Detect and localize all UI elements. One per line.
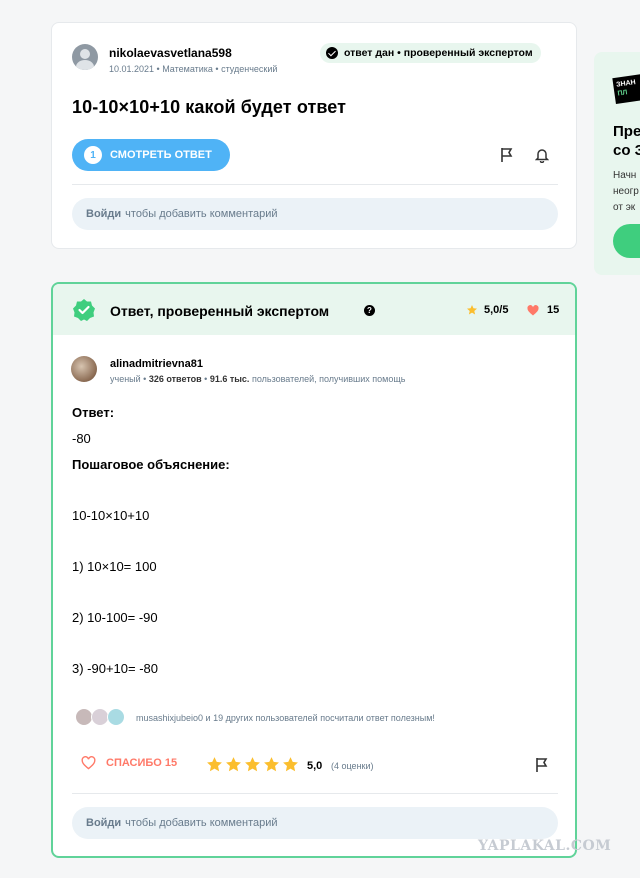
promo-button[interactable]	[613, 224, 640, 258]
thanks-button[interactable]: СПАСИБО 15	[81, 756, 177, 770]
likes-summary: 15	[527, 304, 559, 316]
divider	[72, 793, 558, 794]
answer-author-name[interactable]: alinadmitrievna81	[110, 358, 203, 370]
add-comment-hint: чтобы добавить комментарий	[125, 208, 278, 220]
verified-check-icon	[326, 47, 338, 59]
explanation-label: Пошаговое объяснение:	[72, 457, 230, 472]
add-comment-field[interactable]: Войди чтобы добавить комментарий	[72, 198, 558, 230]
help-icon[interactable]: ?	[364, 305, 375, 316]
helpful-users-text: musashixjubeio0 и 19 других пользователе…	[136, 713, 435, 723]
answer-header: Ответ, проверенный экспертом ? 5,0/5 15	[53, 284, 575, 335]
rating-star-icon[interactable]	[206, 756, 223, 773]
see-answer-label: СМОТРЕТЬ ОТВЕТ	[110, 149, 212, 161]
login-link[interactable]: Войди	[86, 817, 121, 829]
star-icon	[467, 305, 477, 315]
follow-bell-icon[interactable]	[535, 147, 549, 163]
watermark: YAPLAKAL.COM	[478, 838, 612, 854]
answer-card: Ответ, проверенный экспертом ? 5,0/5 15 …	[51, 282, 577, 858]
heart-icon	[527, 304, 539, 315]
question-author-avatar[interactable]	[72, 44, 98, 70]
promo-title: Пре со З	[613, 123, 640, 159]
report-flag-icon[interactable]	[500, 147, 514, 163]
helpful-users-avatars[interactable]	[75, 708, 125, 726]
answer-author-avatar[interactable]	[71, 356, 97, 382]
heart-outline-icon	[81, 756, 96, 770]
rating-star-icon[interactable]	[263, 756, 280, 773]
question-author-name[interactable]: nikolaevasvetlana598	[109, 46, 232, 60]
rating-summary: 5,0/5	[466, 304, 508, 316]
likes-summary-value: 15	[547, 304, 560, 316]
avatar	[107, 708, 125, 726]
divider	[72, 184, 558, 185]
status-badge-label: ответ дан • проверенный экспертом	[344, 47, 533, 59]
question-meta: 10.01.2021 • Математика • студенческий	[109, 64, 278, 74]
answer-expression: 10-10×10+10	[72, 508, 150, 523]
status-badge: ответ дан • проверенный экспертом	[320, 43, 541, 63]
expert-verified-icon	[73, 299, 95, 321]
brand-logo: ЗНАН ПЛ	[612, 74, 640, 104]
answer-step-1: 1) 10×10= 100	[72, 559, 157, 574]
question-card: nikolaevasvetlana598 10.01.2021 • Матема…	[51, 22, 577, 249]
answer-header-title: Ответ, проверенный экспертом	[110, 303, 330, 319]
answer-value: -80	[72, 431, 91, 446]
promo-text: Начн неогр от эк	[613, 170, 639, 213]
rating-summary-value: 5,0/5	[484, 304, 509, 316]
answer-label: Ответ:	[72, 405, 115, 420]
promo-side-panel: ЗНАН ПЛ Пре со З Начн неогр от эк	[594, 52, 640, 275]
add-comment-hint: чтобы добавить комментарий	[125, 817, 278, 829]
thanks-label: СПАСИБО 15	[106, 757, 178, 769]
rating-count: (4 оценки)	[331, 761, 374, 771]
rating-value: 5,0	[307, 760, 323, 772]
rate-stars[interactable]	[206, 756, 299, 773]
answer-step-2: 2) 10-100= -90	[72, 610, 158, 625]
rating-star-icon[interactable]	[282, 756, 299, 773]
rating-star-icon[interactable]	[244, 756, 261, 773]
rating-star-icon[interactable]	[225, 756, 242, 773]
question-title: 10-10×10+10 какой будет ответ	[72, 97, 347, 117]
answer-step-3: 3) -90+10= -80	[72, 661, 159, 676]
see-answer-button[interactable]: 1 СМОТРЕТЬ ОТВЕТ	[72, 139, 230, 171]
login-link[interactable]: Войди	[86, 208, 121, 220]
answer-count-badge: 1	[84, 146, 102, 164]
report-flag-icon[interactable]	[535, 757, 549, 773]
add-comment-field[interactable]: Войди чтобы добавить комментарий	[72, 807, 558, 839]
answer-author-meta: ученый • 326 ответов • 91.6 тыс. пользов…	[110, 374, 406, 384]
